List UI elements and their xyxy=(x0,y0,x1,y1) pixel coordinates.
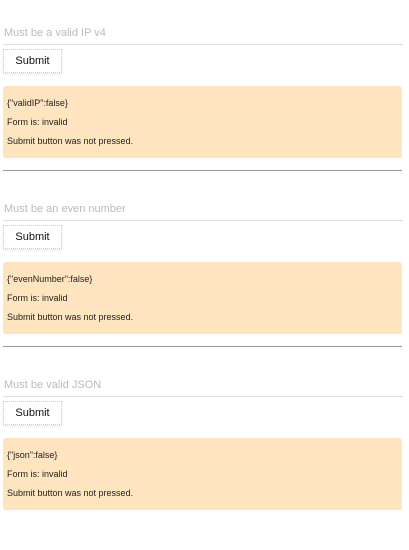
status-box: {"evenNumber":false} Form is: invalid Su… xyxy=(3,262,402,334)
status-box: {"json":false} Form is: invalid Submit b… xyxy=(3,438,402,510)
status-box: {"validIP":false} Form is: invalid Submi… xyxy=(3,86,402,158)
even-number-input[interactable] xyxy=(3,198,403,221)
ip-form: Submit {"validIP":false} Form is: invali… xyxy=(3,22,403,198)
form-status: Form is: invalid xyxy=(7,293,68,303)
json-value: {"validIP":false} xyxy=(7,98,68,108)
divider xyxy=(3,170,402,171)
submit-button[interactable]: Submit xyxy=(3,401,62,425)
json-input[interactable] xyxy=(3,374,403,397)
form-status: Form is: invalid xyxy=(7,469,68,479)
submit-status: Submit button was not pressed. xyxy=(7,488,134,498)
divider xyxy=(3,346,402,347)
form-status: Form is: invalid xyxy=(7,117,68,127)
even-number-form: Submit {"evenNumber":false} Form is: inv… xyxy=(3,198,403,374)
submit-status: Submit button was not pressed. xyxy=(7,312,134,322)
submit-status: Submit button was not pressed. xyxy=(7,136,134,146)
json-value: {"json":false} xyxy=(7,450,58,460)
json-value: {"evenNumber":false} xyxy=(7,274,93,284)
submit-button[interactable]: Submit xyxy=(3,225,62,249)
ip-input[interactable] xyxy=(3,22,403,45)
json-form: Submit {"json":false} Form is: invalid S… xyxy=(3,374,403,550)
submit-button[interactable]: Submit xyxy=(3,49,62,73)
